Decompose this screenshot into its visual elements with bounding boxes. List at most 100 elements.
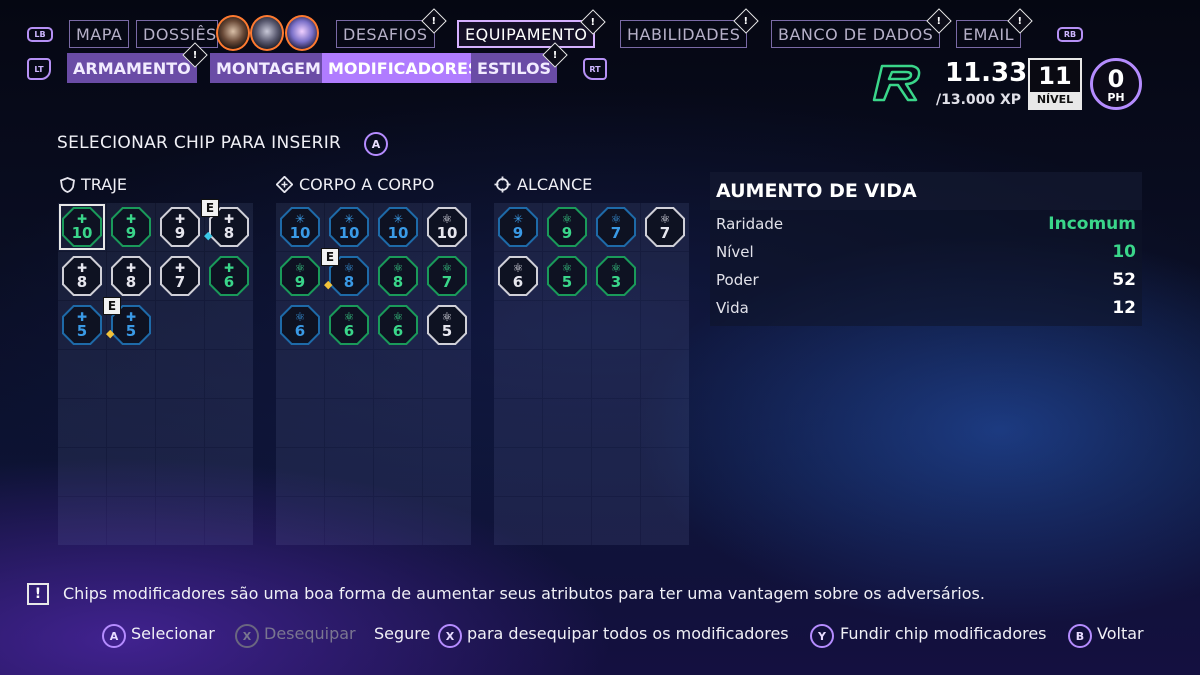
chip-slot[interactable] xyxy=(107,399,155,447)
prompt-select[interactable]: Selecionar xyxy=(131,624,215,643)
modifier-chip[interactable]: ✚ 9 xyxy=(160,207,200,247)
chip-slot[interactable] xyxy=(325,350,373,398)
chip-slot[interactable] xyxy=(423,350,471,398)
modifier-chip[interactable]: ✚ 5 xyxy=(62,305,102,345)
chip-slot[interactable] xyxy=(276,497,324,545)
tab-mapa[interactable]: MAPA xyxy=(69,20,130,48)
chip-slot[interactable]: ✚ 6 xyxy=(205,252,253,300)
chip-slot[interactable]: ⚛ 7 xyxy=(641,203,689,251)
modifier-chip[interactable]: ⚛ 5 xyxy=(427,305,467,345)
chip-slot[interactable] xyxy=(494,301,542,349)
chip-slot[interactable] xyxy=(543,497,591,545)
chip-slot[interactable]: ⚛ 6 xyxy=(276,301,324,349)
modifier-chip[interactable]: ⚛ 7 xyxy=(596,207,636,247)
chip-slot[interactable] xyxy=(58,448,106,496)
chip-slot[interactable]: ⚛ 7 xyxy=(423,252,471,300)
chip-slot[interactable] xyxy=(156,399,204,447)
modifier-chip[interactable]: ⚛ 9 xyxy=(280,256,320,296)
chip-slot[interactable] xyxy=(543,399,591,447)
chip-slot[interactable] xyxy=(325,448,373,496)
chip-slot[interactable]: ✳ 10 xyxy=(276,203,324,251)
chip-slot[interactable] xyxy=(374,399,422,447)
chip-slot[interactable]: ✳ 10 xyxy=(325,203,373,251)
chip-slot[interactable] xyxy=(205,448,253,496)
modifier-chip[interactable]: ⚛ 9 xyxy=(547,207,587,247)
chip-slot[interactable] xyxy=(325,497,373,545)
chip-slot[interactable]: ✳ 9 xyxy=(494,203,542,251)
chip-slot[interactable] xyxy=(543,448,591,496)
chip-slot[interactable] xyxy=(156,448,204,496)
tab-email[interactable]: EMAIL ! xyxy=(956,8,1033,48)
chip-slot[interactable] xyxy=(107,497,155,545)
prompt-unequip[interactable]: Desequipar xyxy=(264,624,356,643)
chip-slot[interactable] xyxy=(543,350,591,398)
rt-trigger-icon[interactable]: RT xyxy=(583,58,607,80)
modifier-chip[interactable]: ⚛ 7 xyxy=(645,207,685,247)
subtab-montagem[interactable]: MONTAGEM xyxy=(210,53,327,83)
chip-slot[interactable] xyxy=(374,497,422,545)
chip-slot[interactable] xyxy=(276,448,324,496)
prompt-back[interactable]: Voltar xyxy=(1097,624,1144,643)
chip-slot[interactable] xyxy=(592,399,640,447)
chip-slot[interactable] xyxy=(205,497,253,545)
chip-slot[interactable] xyxy=(58,497,106,545)
modifier-chip[interactable]: ⚛ 6 xyxy=(280,305,320,345)
chip-slot[interactable]: ✳ 10 xyxy=(374,203,422,251)
chip-slot[interactable]: ⚛ 8 E ◆ xyxy=(321,248,373,300)
chip-slot[interactable] xyxy=(374,350,422,398)
chip-slot[interactable] xyxy=(58,399,106,447)
chip-slot[interactable] xyxy=(107,448,155,496)
chip-slot[interactable]: ⚛ 10 xyxy=(423,203,471,251)
chip-slot[interactable]: ⚛ 6 xyxy=(325,301,373,349)
modifier-chip[interactable]: ✳ 10 xyxy=(378,207,418,247)
modifier-chip[interactable]: ⚛ 6 xyxy=(378,305,418,345)
subtab-modificadores[interactable]: MODIFICADORES xyxy=(322,53,486,83)
chip-slot[interactable] xyxy=(641,497,689,545)
chip-slot[interactable] xyxy=(592,301,640,349)
chip-slot[interactable]: ✚ 7 xyxy=(156,252,204,300)
chip-slot[interactable] xyxy=(423,448,471,496)
chip-slot[interactable]: ✚ 9 xyxy=(156,203,204,251)
modifier-chip[interactable]: ⚛ 6 xyxy=(329,305,369,345)
modifier-chip[interactable]: ✚ 6 xyxy=(209,256,249,296)
subtab-estilos[interactable]: ESTILOS ! xyxy=(471,42,568,83)
chip-slot[interactable] xyxy=(641,350,689,398)
chip-slot[interactable] xyxy=(374,448,422,496)
chip-slot[interactable] xyxy=(641,399,689,447)
subtab-armamento[interactable]: ARMAMENTO ! xyxy=(67,42,208,83)
chip-slot[interactable] xyxy=(58,350,106,398)
chip-slot[interactable]: ✚ 8 xyxy=(58,252,106,300)
chip-slot[interactable] xyxy=(423,497,471,545)
modifier-chip[interactable]: ⚛ 3 xyxy=(596,256,636,296)
chip-slot[interactable] xyxy=(641,252,689,300)
tab-dossies[interactable]: DOSSIÊS xyxy=(136,20,218,48)
chip-slot[interactable]: ⚛ 5 xyxy=(423,301,471,349)
modifier-chip[interactable]: ⚛ 10 xyxy=(427,207,467,247)
rb-bumper-icon[interactable]: RB xyxy=(1057,27,1083,42)
chip-slot[interactable] xyxy=(494,497,542,545)
chip-slot[interactable] xyxy=(156,350,204,398)
modifier-chip[interactable]: ⚛ 6 xyxy=(498,256,538,296)
tab-equipamento[interactable]: EQUIPAMENTO ! xyxy=(457,9,607,48)
chip-slot[interactable] xyxy=(205,399,253,447)
chip-slot[interactable] xyxy=(205,301,253,349)
modifier-chip[interactable]: ✚ 9 xyxy=(111,207,151,247)
tab-desafios[interactable]: DESAFIOS ! xyxy=(336,8,447,48)
lt-trigger-icon[interactable]: LT xyxy=(27,58,51,80)
tab-banco-de-dados[interactable]: BANCO DE DADOS ! xyxy=(771,8,953,48)
chip-slot[interactable] xyxy=(107,350,155,398)
chip-slot[interactable] xyxy=(494,350,542,398)
chip-slot[interactable]: ⚛ 6 xyxy=(374,301,422,349)
chip-slot[interactable] xyxy=(592,448,640,496)
lb-bumper-icon[interactable]: LB xyxy=(27,27,53,42)
chip-slot[interactable] xyxy=(156,497,204,545)
chip-slot[interactable] xyxy=(156,301,204,349)
modifier-chip[interactable]: ⚛ 5 xyxy=(547,256,587,296)
chip-slot[interactable] xyxy=(592,497,640,545)
chip-slot[interactable] xyxy=(276,399,324,447)
tab-habilidades[interactable]: HABILIDADES ! xyxy=(620,8,760,48)
chip-slot[interactable]: ⚛ 8 xyxy=(374,252,422,300)
chip-slot[interactable] xyxy=(205,350,253,398)
modifier-chip[interactable]: ✳ 10 xyxy=(280,207,320,247)
chip-slot[interactable] xyxy=(641,301,689,349)
